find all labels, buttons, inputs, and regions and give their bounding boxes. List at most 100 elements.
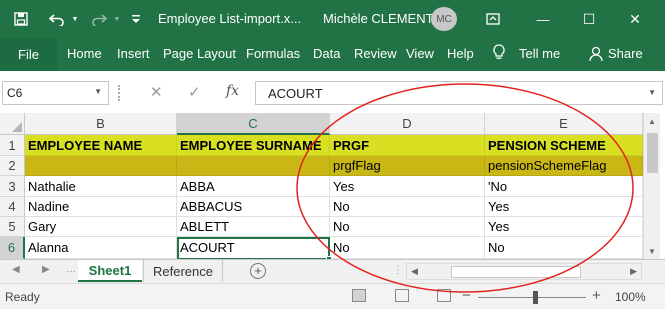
ribbon-display-options-icon[interactable] (480, 0, 506, 38)
zoom-out-button[interactable]: − (462, 287, 471, 304)
cell-d3[interactable]: Yes (330, 176, 485, 197)
normal-view-icon[interactable] (352, 289, 366, 302)
row-header-6[interactable]: 6 (0, 237, 25, 259)
minimize-button[interactable]: — (528, 0, 558, 38)
cell-d5[interactable]: No (330, 217, 485, 237)
horizontal-scrollbar[interactable]: ◀ ▶ (406, 263, 642, 280)
cell-e1[interactable]: PENSION SCHEME (485, 135, 643, 156)
window-title: Employee List-import.x... (158, 11, 302, 26)
cell-c5[interactable]: ABLETT (177, 217, 330, 237)
cell-c2[interactable] (177, 156, 330, 176)
page-layout-view-icon[interactable] (395, 289, 409, 302)
tab-insert[interactable]: Insert (117, 46, 150, 61)
insert-function-icon[interactable]: fx (226, 83, 239, 99)
cell-d4[interactable]: No (330, 197, 485, 217)
zoom-slider[interactable] (478, 297, 586, 298)
vertical-scrollbar[interactable]: ▲ ▼ (643, 113, 660, 259)
redo-dropdown-icon[interactable]: ▼ (112, 0, 122, 38)
scroll-left-icon[interactable]: ◀ (411, 266, 418, 277)
row-header-1[interactable]: 1 (0, 135, 25, 156)
formula-bar: C6 ▼ ✕ ✓ fx ACOURT ▼ (0, 81, 665, 106)
tab-help[interactable]: Help (447, 46, 474, 61)
horizontal-scroll-thumb[interactable] (451, 266, 581, 278)
row-header-3[interactable]: 3 (0, 176, 25, 197)
scroll-down-icon[interactable]: ▼ (648, 247, 656, 256)
maximize-button[interactable]: ☐ (574, 0, 604, 38)
tab-view[interactable]: View (406, 46, 434, 61)
person-icon (588, 46, 604, 65)
close-button[interactable]: ✕ (620, 0, 650, 38)
enter-icon[interactable]: ✓ (188, 83, 201, 101)
user-name[interactable]: Michèle CLEMENT (323, 11, 434, 26)
zoom-level[interactable]: 100% (615, 290, 646, 304)
formula-bar-grip[interactable] (118, 85, 120, 101)
cell-e3[interactable]: 'No (485, 176, 643, 197)
cell-b2[interactable] (25, 156, 177, 176)
tab-split-handle[interactable]: ⋮ (393, 265, 403, 276)
status-text: Ready (5, 290, 40, 304)
cell-c1[interactable]: EMPLOYEE SURNAME (177, 135, 330, 156)
formula-value: ACOURT (268, 86, 323, 101)
select-all-button[interactable] (0, 113, 25, 135)
cancel-icon[interactable]: ✕ (150, 83, 163, 101)
title-bar: ▼ ▼ Employee List-import.x... Michèle CL… (0, 0, 665, 38)
column-header-b[interactable]: B (25, 113, 177, 135)
cell-b3[interactable]: Nathalie (25, 176, 177, 197)
undo-dropdown-icon[interactable]: ▼ (70, 0, 80, 38)
cell-d1[interactable]: PRGF (330, 135, 485, 156)
formula-input[interactable]: ACOURT ▼ (255, 81, 663, 105)
share-button[interactable]: Share (608, 46, 643, 61)
column-header-c[interactable]: C (177, 113, 330, 135)
cell-b1[interactable]: EMPLOYEE NAME (25, 135, 177, 156)
sheet-tab-sheet1[interactable]: Sheet1 (78, 260, 142, 282)
ribbon-tabs: File Home Insert Page Layout Formulas Da… (0, 38, 665, 71)
more-sheets-icon[interactable]: … (66, 264, 76, 275)
cell-e4[interactable]: Yes (485, 197, 643, 217)
column-header-d[interactable]: D (330, 113, 485, 135)
avatar[interactable]: MC (431, 7, 457, 31)
cell-e5[interactable]: Yes (485, 217, 643, 237)
tell-me-search[interactable]: Tell me (519, 46, 560, 61)
zoom-slider-thumb[interactable] (533, 291, 538, 304)
cell-b4[interactable]: Nadine (25, 197, 177, 217)
customize-qat-icon[interactable] (126, 0, 146, 38)
lightbulb-icon (493, 44, 505, 64)
name-box-value: C6 (7, 86, 23, 100)
cell-b5[interactable]: Gary (25, 217, 177, 237)
tab-review[interactable]: Review (354, 46, 397, 61)
row-header-5[interactable]: 5 (0, 217, 25, 237)
page-break-view-icon[interactable] (437, 289, 451, 302)
row-header-2[interactable]: 2 (0, 156, 25, 176)
cell-b6[interactable]: Alanna (25, 237, 177, 259)
scroll-up-icon[interactable]: ▲ (648, 117, 656, 126)
chevron-down-icon[interactable]: ▼ (94, 87, 102, 96)
status-bar: Ready − + 100% (0, 283, 665, 309)
sheet-tab-reference[interactable]: Reference (143, 260, 223, 282)
tab-file[interactable]: File (0, 38, 57, 71)
cell-d6[interactable]: No (330, 237, 485, 259)
tab-formulas[interactable]: Formulas (246, 46, 300, 61)
expand-formula-bar-icon[interactable]: ▼ (648, 88, 656, 97)
add-sheet-button[interactable]: + (250, 263, 266, 279)
row-header-4[interactable]: 4 (0, 197, 25, 217)
next-sheet-icon[interactable]: ▶ (42, 264, 50, 275)
column-header-e[interactable]: E (485, 113, 643, 135)
name-box[interactable]: C6 ▼ (2, 81, 109, 105)
zoom-in-button[interactable]: + (592, 287, 601, 304)
redo-icon[interactable] (86, 0, 112, 38)
vertical-scroll-thumb[interactable] (647, 133, 658, 173)
cell-c4[interactable]: ABBACUS (177, 197, 330, 217)
cell-d2[interactable]: prgfFlag (330, 156, 485, 176)
save-icon[interactable] (8, 0, 34, 38)
cell-c3[interactable]: ABBA (177, 176, 330, 197)
scroll-right-icon[interactable]: ▶ (630, 266, 637, 277)
tab-page-layout[interactable]: Page Layout (163, 46, 236, 61)
tab-home[interactable]: Home (67, 46, 102, 61)
cell-e2[interactable]: pensionSchemeFlag (485, 156, 643, 176)
active-cell-border (177, 237, 332, 259)
prev-sheet-icon[interactable]: ◀ (12, 264, 20, 275)
worksheet-grid[interactable]: B C D E 1 EMPLOYEE NAME EMPLOYEE SURNAME… (0, 113, 665, 259)
cell-e6[interactable]: No (485, 237, 643, 259)
undo-icon[interactable] (44, 0, 70, 38)
tab-data[interactable]: Data (313, 46, 340, 61)
